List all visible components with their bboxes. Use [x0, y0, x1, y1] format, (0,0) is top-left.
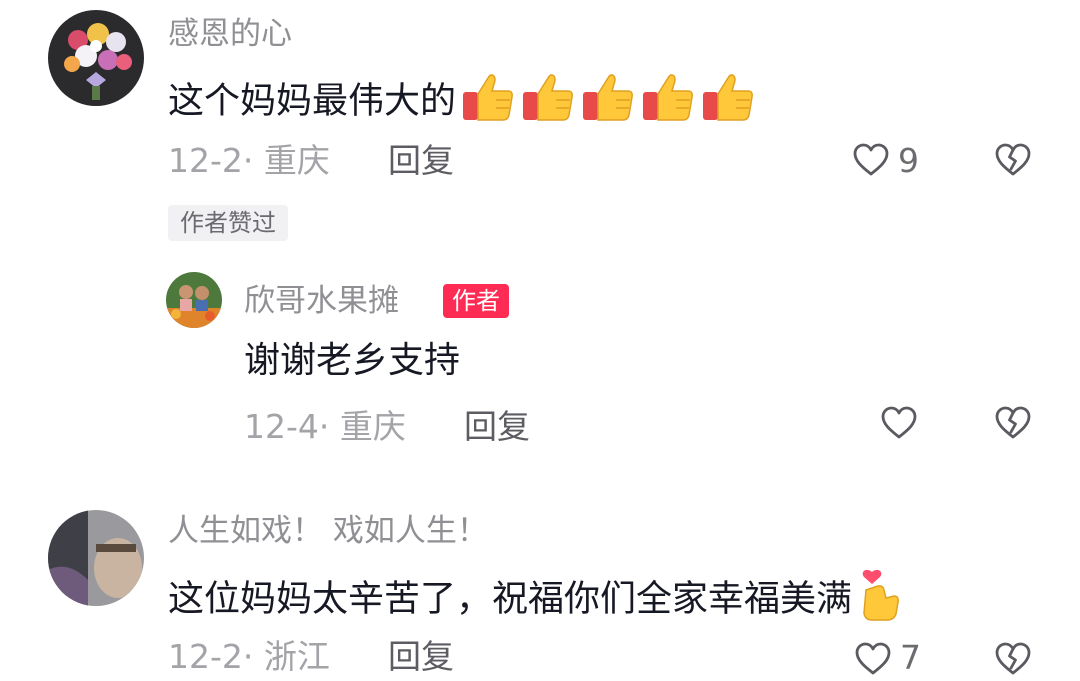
like-button[interactable]: [852, 142, 890, 182]
broken-heart-icon: [995, 143, 1031, 176]
reply-username[interactable]: 欣哥水果摊: [244, 283, 399, 319]
emoji-list: [456, 74, 756, 122]
author-badge: 作者: [443, 284, 509, 318]
thumbs-up-icon: [700, 70, 756, 135]
like-button[interactable]: [854, 641, 892, 681]
comment-text: 这个妈妈最伟大的: [168, 80, 457, 122]
dislike-button[interactable]: [994, 641, 1032, 681]
reply-button[interactable]: 回复: [464, 408, 530, 446]
heart-outline-icon: [855, 642, 891, 675]
dislike-button[interactable]: [994, 405, 1032, 445]
heart-outline-icon: [853, 143, 889, 176]
broken-heart-icon: [995, 642, 1031, 675]
avatar[interactable]: [48, 510, 144, 606]
like-count: 9: [898, 141, 919, 180]
thumbs-up-icon: [460, 70, 516, 135]
comment-username[interactable]: 感恩的心: [168, 16, 292, 52]
comment-date-location: 12-2· 重庆: [168, 141, 330, 180]
author-liked-badge: 作者赞过: [168, 205, 288, 241]
comment-text-row: 这个妈妈最伟大的: [168, 70, 756, 135]
dislike-button[interactable]: [994, 142, 1032, 182]
comment-text: 这位妈妈太辛苦了，祝福你们全家幸福美满: [168, 578, 853, 620]
thumbs-up-icon: [520, 70, 576, 135]
heart-outline-icon: [881, 406, 917, 439]
emoji-list: [852, 569, 902, 621]
avatar[interactable]: [166, 272, 222, 328]
like-button[interactable]: [880, 405, 918, 445]
thumbs-up-icon: [580, 70, 636, 135]
like-count: 7: [900, 638, 921, 677]
reply-button[interactable]: 回复: [388, 142, 454, 180]
reply-text: 谢谢老乡支持: [244, 340, 461, 381]
broken-heart-icon: [995, 406, 1031, 439]
thumbs-up-icon: [640, 70, 696, 135]
comment-date-location: 12-2· 浙江: [168, 637, 330, 676]
avatar[interactable]: [48, 10, 144, 106]
comment-username[interactable]: 人生如戏！ 戏如人生！: [168, 513, 488, 549]
reply-button[interactable]: 回复: [388, 638, 454, 676]
comment-text-row: 这位妈妈太辛苦了，祝福你们全家幸福美满: [168, 568, 902, 633]
reply-date-location: 12-4· 重庆: [244, 407, 406, 446]
finger-heart-icon: [856, 568, 902, 633]
